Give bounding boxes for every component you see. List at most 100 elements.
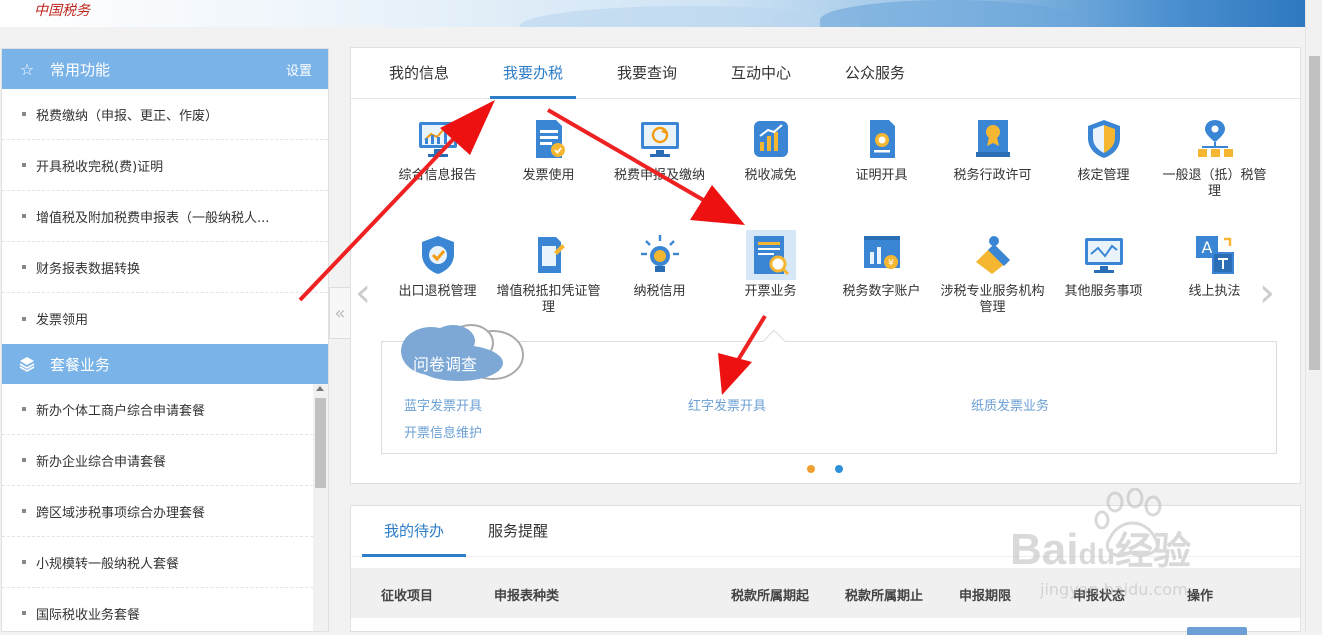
function-label: 一般退（抵）税管理 xyxy=(1162,168,1267,199)
function-label: 纳税信用 xyxy=(633,284,686,299)
page-scrollbar-thumb[interactable] xyxy=(1309,56,1320,370)
red-invoice-link[interactable]: 红字发票开具 xyxy=(688,395,766,414)
sidebar-item-label: 跨区域涉税事项综合办理套餐 xyxy=(36,505,206,521)
invoice-info-maintain-link[interactable]: 开票信息维护 xyxy=(404,422,482,441)
shield-check-icon xyxy=(417,234,459,276)
tab-query[interactable]: 我要查询 xyxy=(590,48,704,98)
page-scrollbar[interactable] xyxy=(1305,0,1322,632)
common-functions-list: 税费缴纳（申报、更正、作废） 开具税收完税(费)证明 增值税及附加税费申报表（一… xyxy=(2,89,328,344)
function-item[interactable]: 税费申报及缴纳 xyxy=(604,118,715,184)
bullet-icon xyxy=(22,407,26,411)
blue-invoice-link[interactable]: 蓝字发票开具 xyxy=(404,395,482,414)
main-tabs: 我的信息 我要办税 我要查询 互动中心 公众服务 xyxy=(351,48,1300,99)
tab-public-service[interactable]: 公众服务 xyxy=(818,48,932,98)
common-functions-title: 常用功能 xyxy=(50,60,111,79)
banner-mountain xyxy=(520,6,860,27)
sidebar-item[interactable]: 新办企业综合申请套餐 xyxy=(2,435,328,486)
site-logo[interactable]: 中国税务 xyxy=(34,0,90,20)
function-item[interactable]: 税收减免 xyxy=(715,118,826,184)
bullet-icon xyxy=(22,509,26,513)
function-item[interactable]: 开票业务 xyxy=(715,230,826,300)
sidebar-item-label: 发票领用 xyxy=(36,313,89,328)
function-label: 税务数字账户 xyxy=(842,284,921,299)
pager-dot[interactable] xyxy=(835,465,843,473)
function-item[interactable]: 其他服务事项 xyxy=(1048,234,1159,300)
function-label: 线上执法 xyxy=(1188,284,1241,299)
sidebar-item[interactable]: 开具税收完税(费)证明 xyxy=(2,140,328,191)
sidebar-item[interactable]: 小规模转一般纳税人套餐 xyxy=(2,537,328,588)
svg-text:¥: ¥ xyxy=(888,259,894,269)
function-item[interactable]: 核定管理 xyxy=(1048,118,1159,184)
pager-dot[interactable] xyxy=(807,465,815,473)
star-icon: ☆ xyxy=(19,59,35,79)
function-label: 税收减免 xyxy=(744,168,797,183)
sidebar-collapse-button[interactable]: « xyxy=(329,287,351,339)
tab-my-info[interactable]: 我的信息 xyxy=(362,48,476,98)
sidebar-item-label: 财务报表数据转换 xyxy=(36,261,141,277)
sidebar-item[interactable]: 国际税收业务套餐 xyxy=(2,588,328,631)
lightbulb-icon xyxy=(639,234,681,276)
tab-my-todo[interactable]: 我的待办 xyxy=(362,506,466,557)
paper-invoice-link[interactable]: 纸质发票业务 xyxy=(971,395,1049,414)
function-label: 核定管理 xyxy=(1077,168,1130,183)
sidebar-item[interactable]: 发票领用 xyxy=(2,293,328,344)
function-item[interactable]: 税务行政许可 xyxy=(937,118,1048,184)
tab-service-reminder[interactable]: 服务提醒 xyxy=(466,506,570,556)
operation-button[interactable] xyxy=(1187,627,1247,635)
bar-chart-box-icon xyxy=(750,118,792,160)
settings-link[interactable]: 设置 xyxy=(286,60,312,79)
column-header: 征收项目 xyxy=(381,589,434,604)
function-label: 增值税抵扣凭证管理 xyxy=(496,284,601,315)
sidebar-item[interactable]: 财务报表数据转换 xyxy=(2,242,328,293)
bullet-icon xyxy=(22,560,26,564)
shield-icon xyxy=(1083,118,1125,160)
invoice-document-icon xyxy=(528,118,570,160)
monitor-refresh-icon xyxy=(639,118,681,160)
tab-tax-handling[interactable]: 我要办税 xyxy=(476,48,590,99)
function-label: 税费申报及缴纳 xyxy=(613,168,705,183)
function-item[interactable]: 发票使用 xyxy=(493,118,604,184)
function-item[interactable]: 证明开具 xyxy=(826,118,937,184)
column-header: 税款所属期止 xyxy=(845,589,924,604)
sidebar-item[interactable]: 增值税及附加税费申报表（一般纳税人... xyxy=(2,191,328,242)
bullet-icon xyxy=(22,163,26,167)
package-scrollbar-thumb[interactable] xyxy=(315,398,326,488)
function-item[interactable]: A 线上执法 xyxy=(1159,234,1270,300)
sidebar-item-label: 税费缴纳（申报、更正、作废） xyxy=(36,108,219,124)
function-item[interactable]: 出口退税管理 xyxy=(382,234,493,300)
common-functions-header: ☆ 常用功能 设置 xyxy=(2,49,328,89)
scroll-up-icon[interactable] xyxy=(316,386,324,391)
layers-icon xyxy=(18,355,36,373)
function-item[interactable]: 纳税信用 xyxy=(604,234,715,300)
bullet-icon xyxy=(22,611,26,615)
location-tree-icon xyxy=(1194,118,1236,160)
license-badge-icon xyxy=(972,118,1014,160)
package-scrollbar[interactable] xyxy=(313,384,328,631)
tab-interaction[interactable]: 互动中心 xyxy=(704,48,818,98)
function-label: 综合信息报告 xyxy=(398,168,477,183)
submenu-caret xyxy=(762,329,786,353)
function-item[interactable]: 综合信息报告 xyxy=(382,118,493,184)
sidebar-item[interactable]: 新办个体工商户综合申请套餐 xyxy=(2,384,328,435)
prev-page-arrow[interactable]: ‹ xyxy=(355,270,371,316)
survey-badge[interactable]: 问卷调查 xyxy=(395,321,529,387)
function-label: 出口退税管理 xyxy=(398,284,477,299)
bullet-icon xyxy=(22,265,26,269)
sidebar-item-label: 开具税收完税(费)证明 xyxy=(36,159,164,175)
function-item[interactable]: 增值税抵扣凭证管理 xyxy=(493,234,604,316)
function-label: 发票使用 xyxy=(522,168,575,183)
bullet-icon xyxy=(22,458,26,462)
function-item[interactable]: ¥ 税务数字账户 xyxy=(826,234,937,300)
function-item[interactable]: 涉税专业服务机构管理 xyxy=(937,234,1048,316)
function-item[interactable]: 一般退（抵）税管理 xyxy=(1159,118,1270,200)
carousel-pager xyxy=(807,465,843,473)
digital-account-icon: ¥ xyxy=(861,234,903,276)
top-banner: 中国税务 xyxy=(0,0,1305,27)
receipt-edit-icon xyxy=(528,234,570,276)
watermark-url: jingyan.baidu.com xyxy=(1040,580,1188,599)
sidebar-item-label: 新办企业综合申请套餐 xyxy=(36,454,167,470)
monitor-chart-icon xyxy=(1083,234,1125,276)
column-header: 税款所属期起 xyxy=(731,589,810,604)
sidebar-item[interactable]: 税费缴纳（申报、更正、作废） xyxy=(2,89,328,140)
sidebar-item[interactable]: 跨区域涉税事项综合办理套餐 xyxy=(2,486,328,537)
